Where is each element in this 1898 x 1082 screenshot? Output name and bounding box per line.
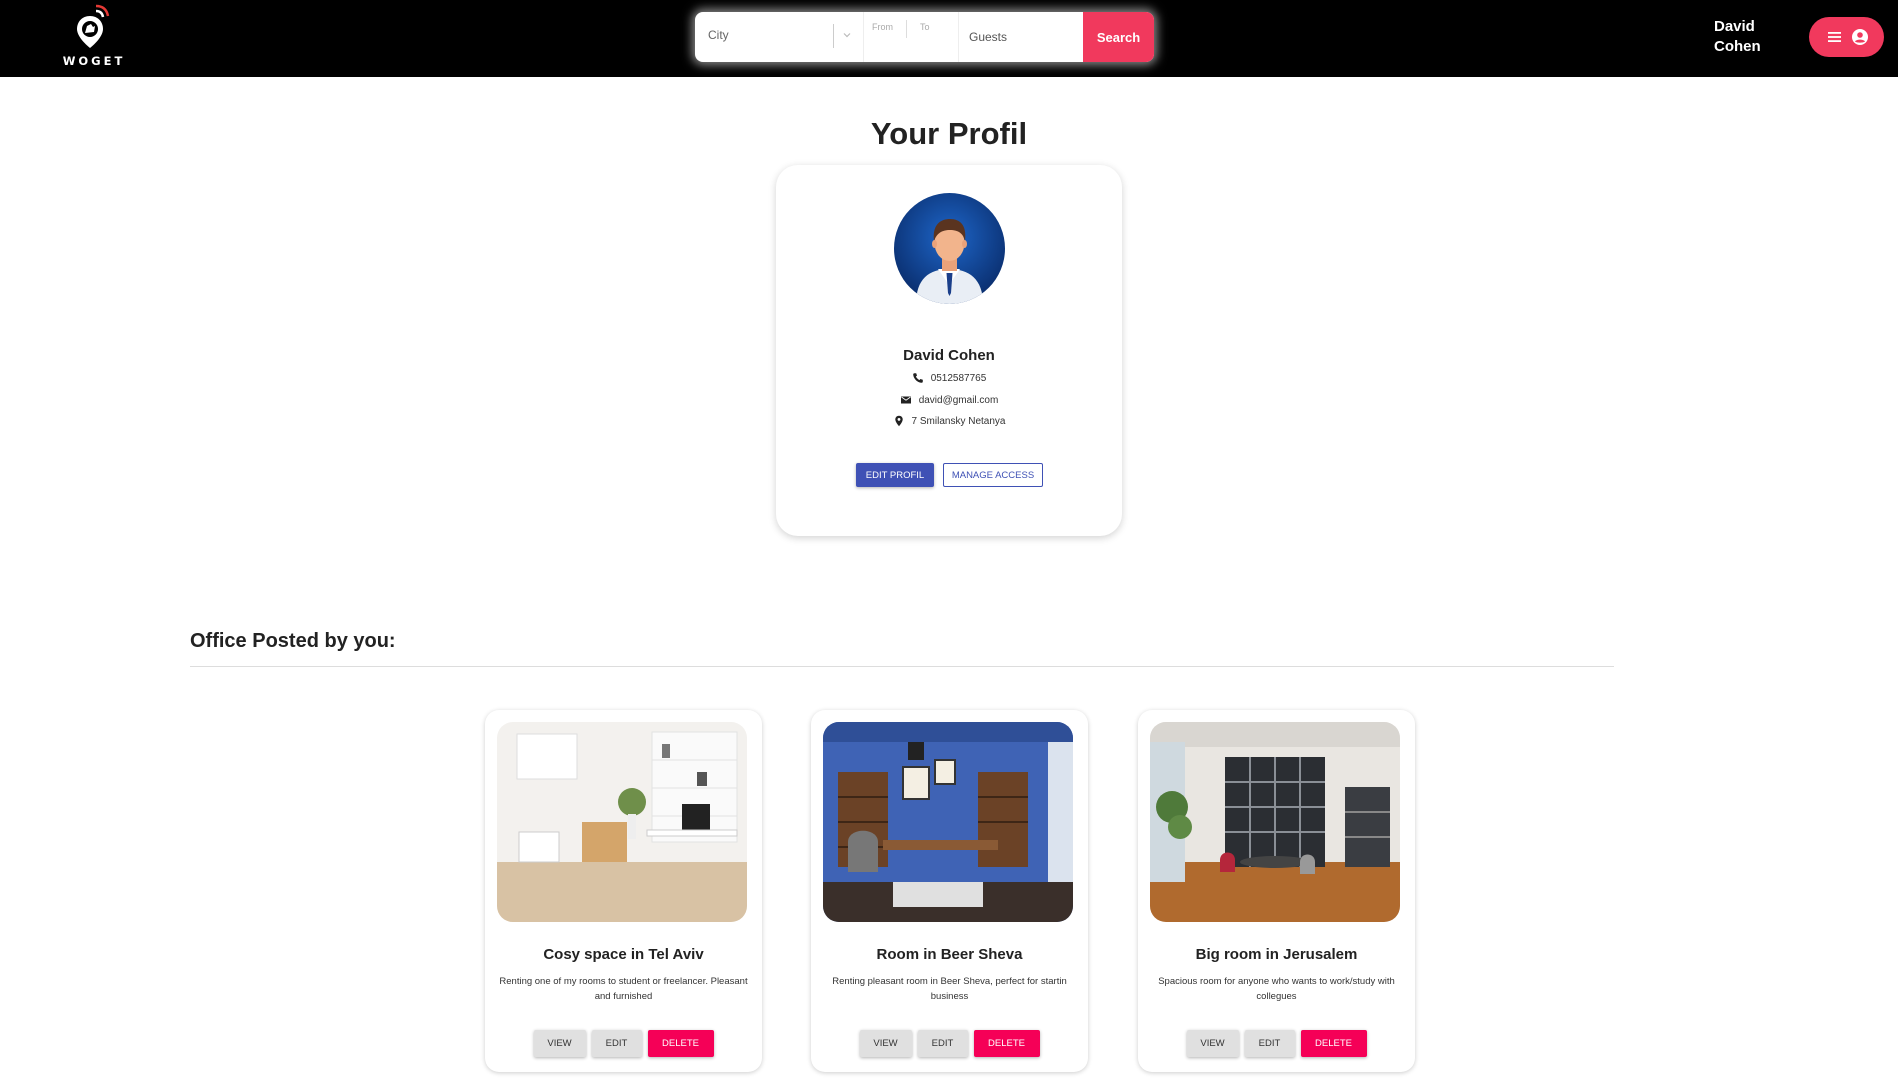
city-placeholder: City [708,28,729,42]
office-actions: VIEW EDIT DELETE [1138,1030,1415,1057]
delete-office-button[interactable]: DELETE [647,1030,714,1057]
profile-address: 7 Smilansky Netanya [911,415,1006,427]
hamburger-icon [1828,32,1841,42]
woget-logo[interactable]: WOGET [52,2,136,70]
office-description: Renting one of my rooms to student or fr… [499,976,748,1002]
office-card: Big room in Jerusalem Spacious room for … [1138,710,1415,1072]
manage-access-button[interactable]: MANAGE ACCESS [943,463,1043,487]
guests-field[interactable]: Guests [958,12,1078,62]
profile-name: David Cohen [903,347,995,364]
office-photo[interactable] [1150,722,1400,922]
office-title: Room in Beer Sheva [876,946,1023,963]
avatar [894,193,1005,304]
profile-card: David Cohen 0512587765 david@gmail.com 7… [776,165,1122,536]
mail-icon [900,396,911,404]
office-photo-image [1150,722,1400,922]
user-menu-button[interactable] [1809,17,1884,57]
profile-email: david@gmail.com [918,394,999,406]
user-last-name: Cohen [1714,38,1761,55]
edit-office-button[interactable]: EDIT [1244,1030,1295,1057]
date-divider [906,20,907,38]
view-office-button[interactable]: VIEW [859,1030,912,1057]
profile-phone-row: 0512587765 [776,372,1122,384]
top-navbar: WOGET City From To Guests Search David C… [0,0,1898,77]
office-title: Cosy space in Tel Aviv [543,946,704,963]
date-range-picker[interactable]: From To [863,12,958,62]
search-button[interactable]: Search [1083,12,1154,62]
edit-office-button[interactable]: EDIT [917,1030,968,1057]
phone-icon [912,373,923,383]
account-circle-icon [1852,29,1868,45]
offices-section-heading: Office Posted by you: [190,630,396,652]
office-actions: VIEW EDIT DELETE [485,1030,762,1057]
office-photo[interactable] [497,722,747,922]
office-photo-image [497,722,747,922]
profile-address-row: 7 Smilansky Netanya [776,415,1122,427]
office-card: Cosy space in Tel Aviv Renting one of my… [485,710,762,1072]
search-bar: City From To Guests Search [695,12,1154,62]
city-divider [833,24,834,48]
office-photo[interactable] [823,722,1073,922]
city-select[interactable]: City [695,12,863,62]
guests-placeholder: Guests [969,30,1008,44]
user-first-name: David [1714,18,1755,35]
view-office-button[interactable]: VIEW [533,1030,586,1057]
profile-phone: 0512587765 [930,372,987,384]
logo-pin-icon [77,4,110,48]
office-title: Big room in Jerusalem [1195,946,1358,963]
logo-text: WOGET [62,54,126,68]
edit-profile-button[interactable]: EDIT PROFIL [856,463,934,487]
user-avatar-icon [894,193,1005,304]
user-display-name: David Cohen [1714,17,1761,57]
office-photo-image [823,722,1073,922]
profile-heading: Your Profil [870,116,1028,151]
section-divider [190,666,1614,667]
office-description: Spacious room for anyone who wants to wo… [1158,976,1395,1002]
office-actions: VIEW EDIT DELETE [811,1030,1088,1057]
view-office-button[interactable]: VIEW [1186,1030,1239,1057]
office-description: Renting pleasant room in Beer Sheva, per… [832,976,1067,1002]
chevron-down-icon [843,33,851,38]
delete-office-button[interactable]: DELETE [973,1030,1040,1057]
office-card: Room in Beer Sheva Renting pleasant room… [811,710,1088,1072]
profile-email-row: david@gmail.com [776,394,1122,406]
delete-office-button[interactable]: DELETE [1300,1030,1367,1057]
to-date-field[interactable]: To [920,22,930,32]
edit-office-button[interactable]: EDIT [591,1030,642,1057]
location-pin-icon [894,415,903,427]
from-date-field[interactable]: From [872,22,893,32]
